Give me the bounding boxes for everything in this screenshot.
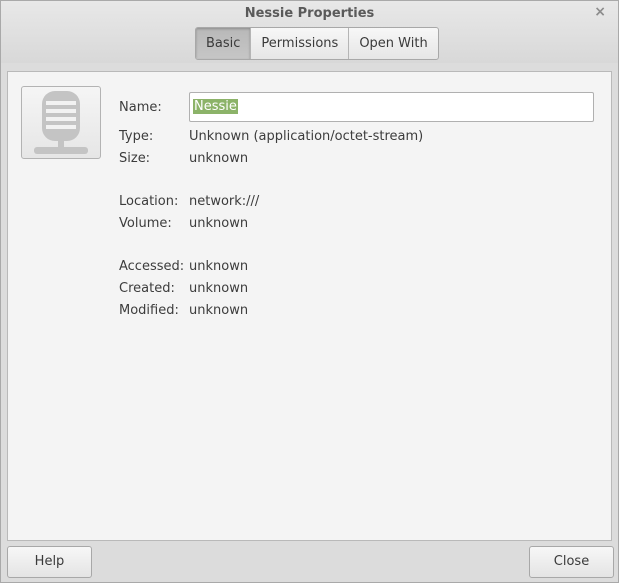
- accessed-label: Accessed:: [119, 259, 185, 274]
- tab-open-with[interactable]: Open With: [349, 28, 437, 59]
- help-button[interactable]: Help: [7, 546, 92, 578]
- created-label: Created:: [119, 281, 175, 296]
- tab-basic[interactable]: Basic: [196, 28, 252, 59]
- volume-label: Volume:: [119, 216, 172, 231]
- window-title: Nessie Properties: [244, 6, 375, 21]
- location-label: Location:: [119, 194, 179, 209]
- created-value: unknown: [189, 281, 249, 296]
- network-server-icon: [34, 91, 88, 154]
- location-value: network:///: [189, 194, 260, 209]
- size-value: unknown: [189, 151, 249, 166]
- close-icon[interactable]: ×: [594, 4, 606, 20]
- properties-window: Nessie Properties × Basic Permissions Op…: [0, 0, 619, 583]
- modified-label: Modified:: [119, 303, 179, 318]
- size-label: Size:: [119, 151, 151, 166]
- type-label: Type:: [119, 129, 154, 144]
- modified-value: unknown: [189, 303, 249, 318]
- name-field[interactable]: Nessie: [189, 92, 594, 122]
- basic-panel: Name: Nessie Type: Unknown (application/…: [7, 71, 612, 541]
- close-button[interactable]: Close: [529, 546, 614, 578]
- title-bar[interactable]: Nessie Properties × Basic Permissions Op…: [1, 1, 618, 63]
- name-field-value: Nessie: [193, 99, 238, 114]
- accessed-value: unknown: [189, 259, 249, 274]
- tab-bar: Basic Permissions Open With: [195, 27, 439, 60]
- tab-permissions[interactable]: Permissions: [251, 28, 350, 59]
- type-value: Unknown (application/octet-stream): [189, 129, 424, 144]
- volume-value: unknown: [189, 216, 249, 231]
- file-icon-button[interactable]: [21, 86, 101, 159]
- name-label: Name:: [119, 100, 162, 115]
